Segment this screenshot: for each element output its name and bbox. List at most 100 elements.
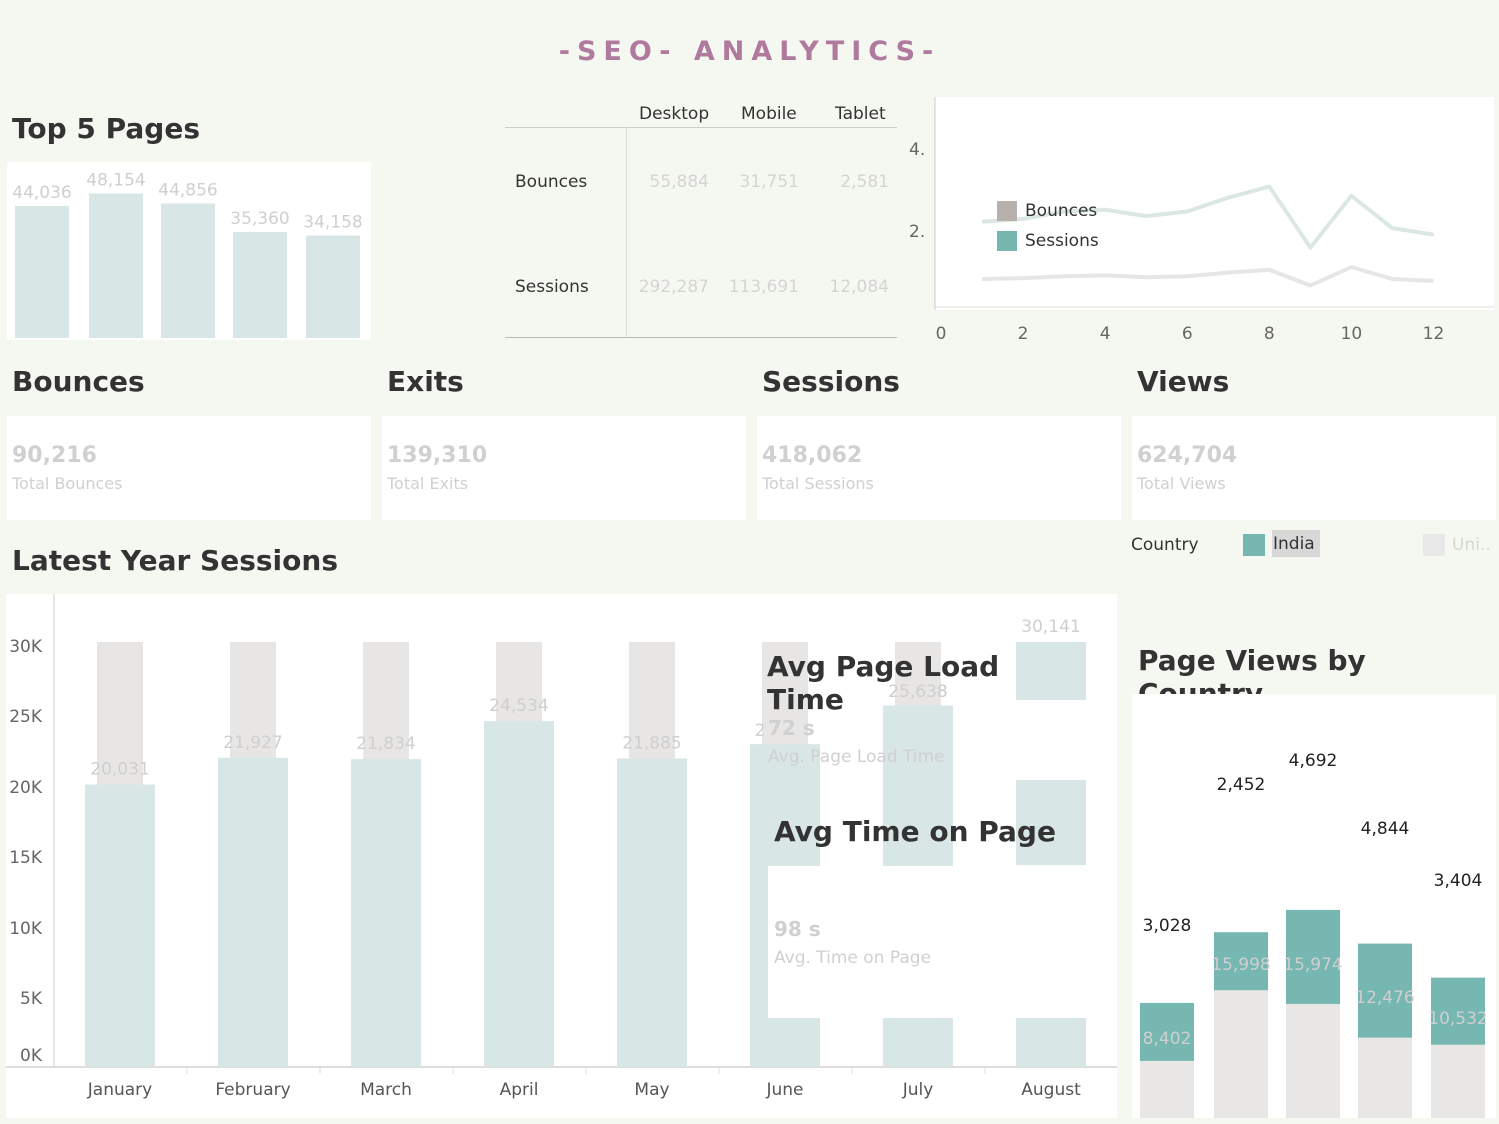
kpi-title-exits: Exits (387, 365, 464, 398)
avg-time-sub: Avg. Time on Page (774, 948, 932, 968)
latest-bar (85, 784, 155, 1067)
kpi-card-bounces: 90,216 Total Bounces (7, 416, 371, 520)
cell-bounces-tablet: 2,581 (840, 172, 889, 192)
latest-x-label: January (87, 1080, 152, 1100)
kpi-title-sessions: Sessions (762, 365, 900, 398)
page-views-country-panel: 3,028 8,402 2,452 15,998 4,692 15,974 4,844 12,… (1132, 694, 1496, 1118)
country-uni-label: 12,476 (1355, 988, 1414, 1008)
kpi-sub-views: Total Views (1137, 474, 1226, 493)
cell-bounces-desktop: 55,884 (649, 172, 709, 192)
country-filter-label: Country (1131, 535, 1199, 555)
kpi-card-views: 624,704 Total Views (1132, 416, 1496, 520)
country-india-label: 3,404 (1434, 871, 1483, 891)
latest-x-label: February (215, 1080, 290, 1100)
line-chart-x-tick: 2 (1018, 324, 1029, 339)
latest-x-label: March (360, 1080, 412, 1100)
latest-x-label: June (765, 1080, 803, 1100)
avg-load-title: Avg Page Load Time (767, 650, 1000, 716)
top-page-bar (15, 205, 69, 338)
country-india-label: 2,452 (1217, 775, 1266, 795)
table-header-divider (505, 127, 897, 128)
cell-sessions-desktop: 292,287 (638, 277, 709, 297)
latest-x-label: August (1021, 1080, 1081, 1100)
row-label-bounces: Bounces (515, 172, 588, 192)
kpi-title-bounces: Bounces (12, 365, 145, 398)
latest-value-label: 21,927 (223, 733, 282, 753)
country-swatch-uni[interactable] (1423, 534, 1445, 556)
latest-x-label: May (634, 1080, 669, 1100)
country-india-label: 4,844 (1361, 819, 1410, 839)
kpi-value-views: 624,704 (1137, 443, 1238, 468)
country-swatch-india[interactable] (1243, 534, 1265, 556)
country-uni-label: 15,998 (1211, 955, 1270, 975)
col-header-desktop: Desktop (639, 104, 710, 124)
page-views-country-chart: 3,028 8,402 2,452 15,998 4,692 15,974 4,844 12,… (1140, 751, 1488, 1118)
country-uni-label: 8,402 (1143, 1029, 1192, 1049)
dashboard-title: -SEO- ANALYTICS- (558, 36, 941, 67)
latest-y-tick: 25K (9, 707, 43, 727)
latest-y-tick: 0K (20, 1046, 43, 1066)
legend-label-bounces: Bounces (1025, 201, 1098, 221)
col-header-mobile: Mobile (741, 104, 797, 124)
top-page-value-label: 34,158 (303, 213, 362, 233)
top-page-value-label: 35,360 (230, 209, 289, 229)
latest-y-tick: 30K (9, 637, 43, 657)
latest-y-tick: 10K (9, 919, 43, 939)
latest-y-tick: 20K (9, 778, 43, 798)
col-header-tablet: Tablet (835, 104, 886, 124)
legend-swatch-bounces (997, 201, 1017, 221)
latest-value-label: 20,031 (90, 760, 149, 780)
legend-label-sessions: Sessions (1025, 231, 1099, 251)
country-india-label: 4,692 (1289, 751, 1338, 771)
line-chart-x-tick: 6 (1182, 324, 1193, 339)
country-filter: Country India Uni.. (1131, 530, 1495, 560)
latest-value-label: 30,141 (1021, 617, 1080, 637)
line-chart-x-tick: 10 (1341, 324, 1363, 339)
top-page-bar (161, 203, 215, 338)
avg-time-card (768, 866, 1117, 1018)
top-pages-title: Top 5 Pages (12, 112, 201, 145)
latest-value-label: 2 (755, 721, 766, 741)
latest-bar (617, 758, 687, 1067)
cell-bounces-mobile: 31,751 (739, 172, 799, 192)
latest-bar (351, 759, 421, 1067)
latest-x-label: April (500, 1080, 539, 1100)
kpi-card-exits: 139,310 Total Exits (382, 416, 746, 520)
line-chart-x-tick: 4 (1100, 324, 1111, 339)
kpi-sub-exits: Total Exits (387, 474, 469, 493)
kpi-sub-bounces: Total Bounces (12, 474, 123, 493)
latest-bar (883, 1017, 953, 1067)
kpi-sub-sessions: Total Sessions (762, 474, 874, 493)
latest-bar (1016, 1017, 1086, 1067)
avg-time-title: Avg Time on Page (774, 815, 1056, 848)
legend-swatch-sessions (997, 231, 1017, 251)
country-item-india[interactable]: India (1272, 530, 1320, 557)
top-page-value-label: 48,154 (86, 171, 145, 191)
line-chart-y-tick: 4. (909, 140, 925, 160)
top-page-bar (89, 193, 143, 338)
latest-x-label: July (902, 1080, 934, 1100)
kpi-value-sessions: 418,062 (762, 443, 863, 468)
latest-value-label: 21,834 (356, 734, 415, 754)
top-page-bar (306, 235, 360, 338)
top-page-value-label: 44,856 (158, 180, 217, 200)
line-chart-x-tick: 8 (1264, 324, 1275, 339)
latest-year-title: Latest Year Sessions (12, 544, 338, 577)
cell-sessions-tablet: 12,084 (829, 277, 889, 297)
top-page-bar (233, 231, 287, 338)
kpi-value-exits: 139,310 (387, 443, 488, 468)
device-table: Desktop Mobile Tablet Bounces 55,884 31,… (505, 96, 897, 340)
top-pages-panel: 44,036 48,154 44,856 35,360 34,158 (7, 162, 371, 340)
latest-value-label: 21,885 (622, 733, 681, 753)
latest-y-tick: 5K (20, 989, 43, 1009)
row-label-sessions: Sessions (515, 277, 589, 297)
line-chart: 0 2 4 6 8 10 12 4. 2. (908, 97, 1494, 344)
country-uni-label: 10,532 (1428, 1009, 1487, 1029)
latest-bar (484, 721, 554, 1067)
country-uni-label: 15,974 (1283, 955, 1342, 975)
country-item-uni[interactable]: Uni.. (1452, 535, 1491, 555)
line-chart-x-tick: 12 (1423, 324, 1445, 339)
avg-load-value: 72 s (768, 716, 815, 740)
line-chart-y-tick: 2. (909, 222, 925, 242)
top-page-value-label: 44,036 (12, 183, 71, 203)
